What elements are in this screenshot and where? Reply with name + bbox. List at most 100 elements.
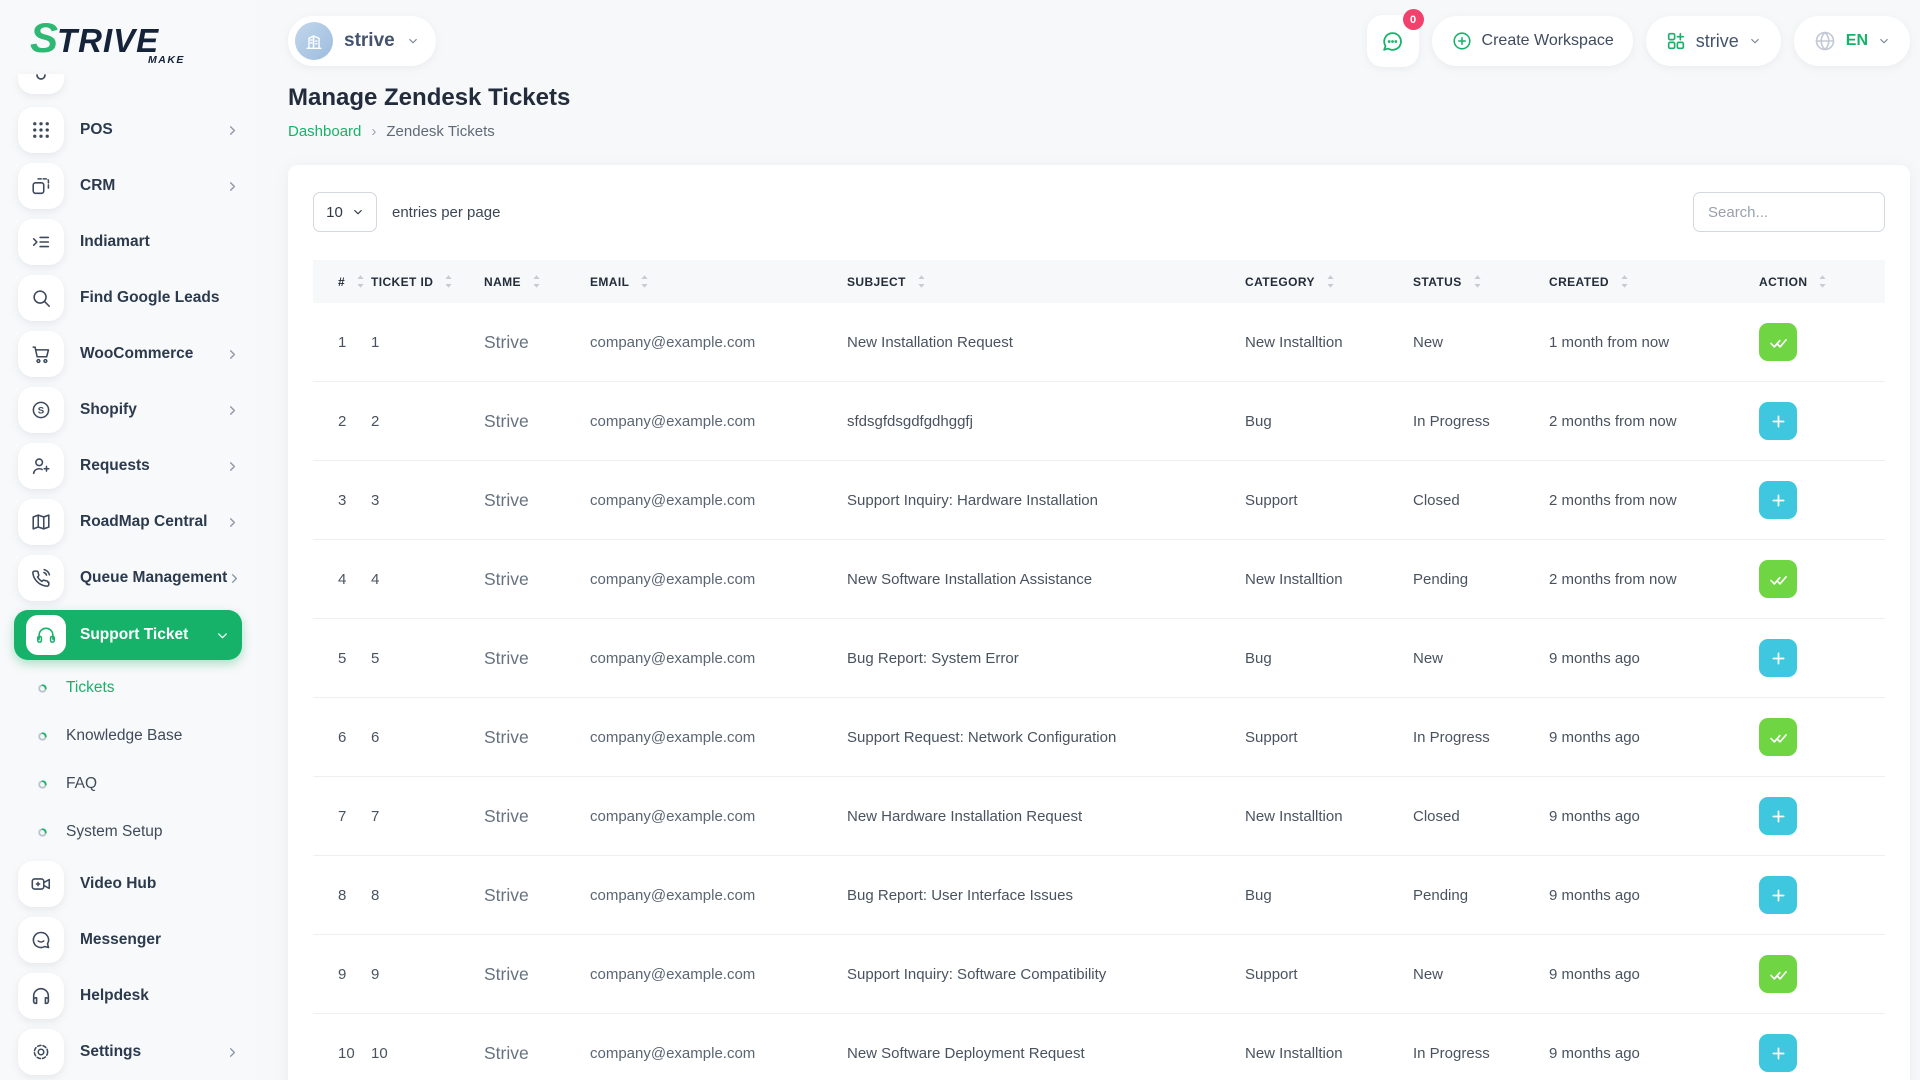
ticket-row: 66Strivecompany@example.comSupport Reque… xyxy=(313,698,1885,777)
partial-icon-box xyxy=(18,74,64,94)
sidebar-subitem-label: Tickets xyxy=(66,679,115,697)
sidebar-item-crm[interactable]: CRM xyxy=(0,158,256,214)
cell-email: company@example.com xyxy=(590,1014,847,1080)
sidebar-subitem-faq[interactable]: FAQ xyxy=(0,760,256,808)
sidebar-item-video-hub[interactable]: Video Hub xyxy=(0,856,256,912)
column-header-subject[interactable]: SUBJECT xyxy=(847,260,1245,303)
cell-num: 9 xyxy=(313,935,371,1014)
ticket-row: 88Strivecompany@example.comBug Report: U… xyxy=(313,856,1885,935)
cell-status: Closed xyxy=(1413,461,1549,540)
sidebar-item-messenger[interactable]: Messenger xyxy=(0,912,256,968)
sidebar-item-requests[interactable]: Requests xyxy=(0,438,256,494)
column-header-label: TICKET ID xyxy=(371,275,433,289)
sidebar-item-pos[interactable]: POS xyxy=(0,102,256,158)
cell-created: 2 months from now xyxy=(1549,461,1759,540)
create-workspace-button[interactable]: Create Workspace xyxy=(1432,16,1633,66)
cell-num: 2 xyxy=(313,382,371,461)
sidebar-subitem-tickets[interactable]: Tickets xyxy=(0,664,256,712)
sidebar-item-settings[interactable]: Settings xyxy=(0,1024,256,1080)
column-header-label: STATUS xyxy=(1413,275,1462,289)
column-header-created[interactable]: CREATED xyxy=(1549,260,1759,303)
column-header-ticket-id[interactable]: TICKET ID xyxy=(371,260,484,303)
add-ticket-action-button[interactable] xyxy=(1759,797,1797,835)
cell-action xyxy=(1759,461,1885,540)
column-header-email[interactable]: EMAIL xyxy=(590,260,847,303)
entries-per-page-select[interactable]: 10 xyxy=(313,192,377,232)
chevron-right-icon xyxy=(227,571,242,586)
language-label: EN xyxy=(1846,32,1868,50)
cell-action xyxy=(1759,303,1885,382)
add-ticket-action-button[interactable] xyxy=(1759,402,1797,440)
chat-button[interactable]: 0 xyxy=(1367,15,1419,67)
workspace-switcher[interactable]: strive xyxy=(1646,16,1781,66)
partially-visible-sidebar-item[interactable] xyxy=(0,74,256,98)
strive-logo[interactable]: STRIVE MAKE xyxy=(0,0,256,74)
cell-num: 5 xyxy=(313,619,371,698)
search-input[interactable] xyxy=(1693,192,1885,232)
chevron-down-icon xyxy=(1748,34,1762,48)
cell-subject: New Hardware Installation Request xyxy=(847,777,1245,856)
column-header-action[interactable]: ACTION xyxy=(1759,260,1885,303)
sidebar-item-queue-management[interactable]: Queue Management xyxy=(0,550,256,606)
add-ticket-action-button[interactable] xyxy=(1759,1034,1797,1072)
column-header-category[interactable]: CATEGORY xyxy=(1245,260,1413,303)
sidebar-item-label: Indiamart xyxy=(80,233,240,251)
cell-status: New xyxy=(1413,303,1549,382)
resolve-ticket-button[interactable] xyxy=(1759,323,1797,361)
resolve-ticket-button[interactable] xyxy=(1759,718,1797,756)
breadcrumb-dashboard-link[interactable]: Dashboard xyxy=(288,123,361,140)
add-ticket-action-button[interactable] xyxy=(1759,481,1797,519)
indiamart-icon xyxy=(18,219,64,265)
switcher-workspace-name: strive xyxy=(1696,31,1739,52)
chevron-down-icon xyxy=(352,206,364,218)
add-ticket-action-button[interactable] xyxy=(1759,876,1797,914)
workspace-selector[interactable]: strive xyxy=(288,16,436,66)
sidebar-item-label: Shopify xyxy=(80,401,225,419)
column-header-label: SUBJECT xyxy=(847,275,906,289)
cell-created: 9 months ago xyxy=(1549,777,1759,856)
cell-subject: New Installation Request xyxy=(847,303,1245,382)
column-header-label: CATEGORY xyxy=(1245,275,1315,289)
plus-circle-icon xyxy=(1451,30,1473,52)
column-header-status[interactable]: STATUS xyxy=(1413,260,1549,303)
sidebar-item-roadmap-central[interactable]: RoadMap Central xyxy=(0,494,256,550)
cell-category: Bug xyxy=(1245,382,1413,461)
sidebar-item-find-google-leads[interactable]: Find Google Leads xyxy=(0,270,256,326)
sidebar-subitem-knowledge-base[interactable]: Knowledge Base xyxy=(0,712,256,760)
breadcrumb: Dashboard › Zendesk Tickets xyxy=(288,123,1920,140)
language-selector[interactable]: EN xyxy=(1794,16,1910,66)
add-ticket-action-button[interactable] xyxy=(1759,639,1797,677)
plus-icon xyxy=(1769,412,1788,431)
sidebar-item-woocommerce[interactable]: WooCommerce xyxy=(0,326,256,382)
cell-name: Strive xyxy=(484,856,590,935)
phone-call-icon xyxy=(18,555,64,601)
chevron-right-icon xyxy=(225,1045,240,1060)
resolve-ticket-button[interactable] xyxy=(1759,955,1797,993)
sidebar-item-helpdesk[interactable]: Helpdesk xyxy=(0,968,256,1024)
plus-icon xyxy=(1769,886,1788,905)
sidebar-item-shopify[interactable]: S Shopify xyxy=(0,382,256,438)
double-check-icon xyxy=(1769,728,1788,747)
shopify-icon: S xyxy=(18,387,64,433)
sidebar-item-indiamart[interactable]: Indiamart xyxy=(0,214,256,270)
cell-ticket-id: 5 xyxy=(371,619,484,698)
chevron-right-icon xyxy=(225,123,240,138)
breadcrumb-current: Zendesk Tickets xyxy=(386,123,494,140)
cell-email: company@example.com xyxy=(590,935,847,1014)
cell-category: Bug xyxy=(1245,619,1413,698)
sidebar-nav: POSCRM Indiamart Find Google LeadsWooComme… xyxy=(0,102,256,1080)
cell-status: In Progress xyxy=(1413,698,1549,777)
cell-email: company@example.com xyxy=(590,382,847,461)
column-header-name[interactable]: NAME xyxy=(484,260,590,303)
cell-num: 7 xyxy=(313,777,371,856)
sidebar: STRIVE MAKE POSCRM Indiamart Find Google L… xyxy=(0,0,256,1080)
gear-icon xyxy=(18,1029,64,1075)
column-header-label: EMAIL xyxy=(590,275,629,289)
cell-created: 2 months from now xyxy=(1549,540,1759,619)
grid-plus-icon xyxy=(1665,30,1687,52)
sidebar-subitem-system-setup[interactable]: System Setup xyxy=(0,808,256,856)
cell-category: Support xyxy=(1245,698,1413,777)
column-header-num[interactable]: # xyxy=(313,260,371,303)
resolve-ticket-button[interactable] xyxy=(1759,560,1797,598)
sidebar-item-support-ticket[interactable]: Support Ticket xyxy=(14,610,242,660)
